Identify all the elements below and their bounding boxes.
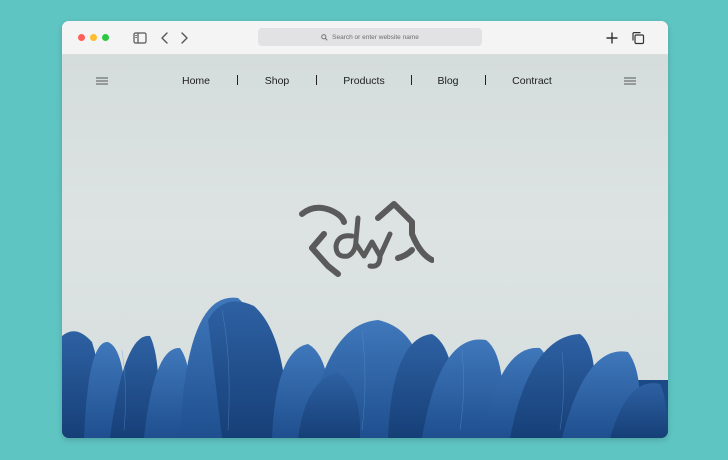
sidebar-icon[interactable] [132, 30, 148, 46]
nav-divider [237, 75, 238, 85]
tabs-overview-icon[interactable] [630, 30, 646, 46]
maximize-window-button[interactable] [102, 34, 109, 41]
nav-shop[interactable]: Shop [265, 75, 290, 87]
address-bar-placeholder: Search or enter website name [332, 33, 419, 41]
browser-window: Search or enter website name Home Shop P… [62, 21, 668, 438]
site-logo [299, 201, 434, 277]
nav-contract[interactable]: Contract [512, 75, 552, 87]
back-icon[interactable] [157, 30, 173, 46]
nav-divider [316, 75, 317, 85]
forward-icon[interactable] [176, 30, 192, 46]
webpage: Home Shop Products Blog Contract [62, 55, 668, 438]
browser-toolbar: Search or enter website name [62, 21, 668, 55]
nav-home[interactable]: Home [182, 75, 210, 87]
nav-divider [411, 75, 412, 85]
hero-flower-image [62, 297, 668, 438]
menu-icon[interactable] [96, 77, 108, 85]
minimize-window-button[interactable] [90, 34, 97, 41]
menu-icon[interactable] [624, 77, 636, 85]
new-tab-icon[interactable] [604, 30, 620, 46]
close-window-button[interactable] [78, 34, 85, 41]
address-bar[interactable]: Search or enter website name [258, 28, 482, 46]
search-icon [321, 33, 328, 41]
site-navigation: Home Shop Products Blog Contract [62, 73, 668, 91]
nav-divider [485, 75, 486, 85]
nav-products[interactable]: Products [343, 75, 384, 87]
nav-blog[interactable]: Blog [437, 75, 458, 87]
